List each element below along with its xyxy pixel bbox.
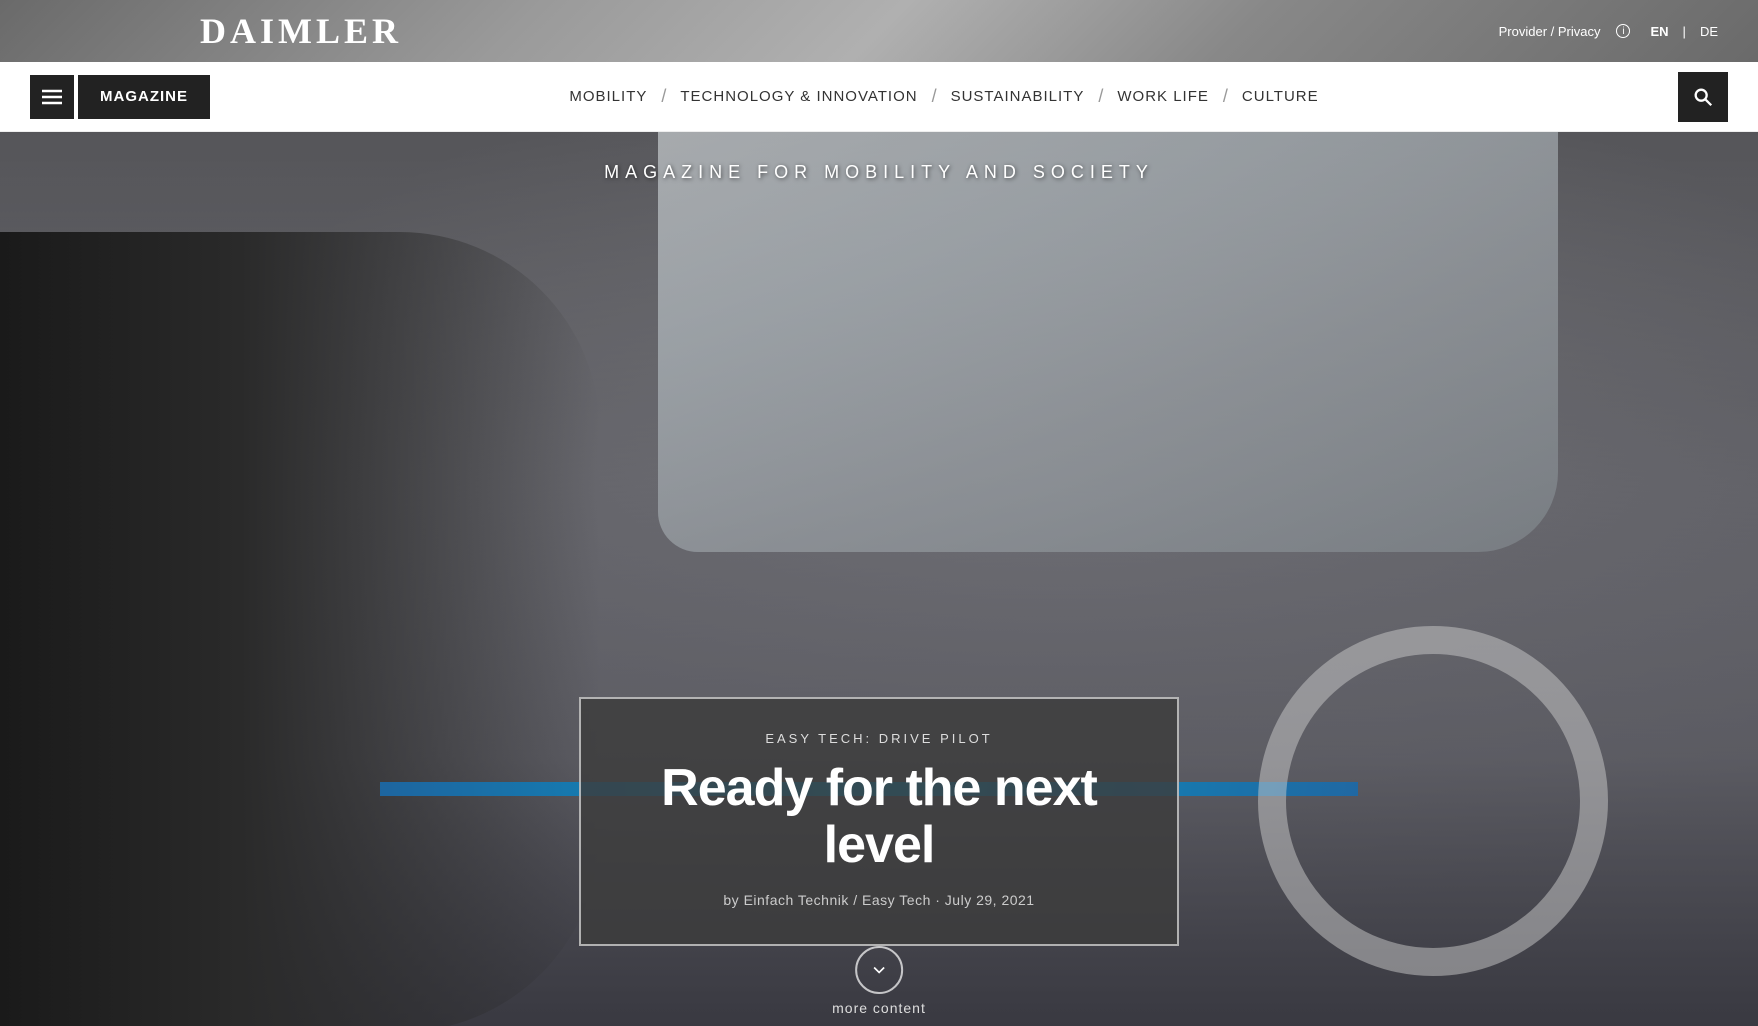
hero-subtitle: MAGAZINE FOR MOBILITY AND SOCIETY [0,162,1758,183]
nav-item-work-life[interactable]: WORK LIFE [1109,88,1217,105]
search-icon [1692,86,1714,108]
chevron-down-icon [869,960,889,980]
article-title: Ready for the next level [621,760,1137,874]
more-content-label: more content [832,1000,926,1016]
article-meta: by Einfach Technik / Easy Tech · July 29… [621,892,1137,908]
top-bar-right: Provider / Privacy i EN | DE [1499,24,1718,39]
hero-article-card[interactable]: EASY TECH: DRIVE PILOT Ready for the nex… [579,697,1179,946]
magazine-button[interactable]: MAGAZINE [78,75,210,119]
lang-en[interactable]: EN [1650,24,1668,39]
nav-item-tech-innovation[interactable]: TECHNOLOGY & INNOVATION [672,88,925,105]
article-category: EASY TECH: DRIVE PILOT [621,731,1137,746]
nav-item-culture[interactable]: CULTURE [1234,88,1327,105]
nav-sep-4: / [1217,86,1234,107]
lang-de[interactable]: DE [1700,24,1718,39]
info-icon[interactable]: i [1616,24,1630,38]
site-logo[interactable]: DAIMLER [200,10,402,52]
nav-sep-2: / [926,86,943,107]
nav-item-mobility[interactable]: MOBILITY [561,88,655,105]
search-button[interactable] [1678,72,1728,122]
scroll-down-circle[interactable] [855,946,903,994]
hamburger-button[interactable] [30,75,74,119]
hero-section: MAGAZINE FOR MOBILITY AND SOCIETY EASY T… [0,132,1758,1026]
lang-separator: | [1683,24,1686,39]
provider-privacy-link[interactable]: Provider / Privacy [1499,24,1601,39]
nav-sep-3: / [1092,86,1109,107]
hero-windshield [658,132,1558,552]
nav-bar: MAGAZINE MOBILITY / TECHNOLOGY & INNOVAT… [0,62,1758,132]
hero-steering-wheel [1258,626,1608,976]
nav-links: MOBILITY / TECHNOLOGY & INNOVATION / SUS… [210,86,1678,107]
nav-item-sustainability[interactable]: SUSTAINABILITY [943,88,1093,105]
hero-person-silhouette [0,232,600,1026]
nav-sep-1: / [655,86,672,107]
more-content-button[interactable]: more content [832,946,926,1016]
top-bar: DAIMLER Provider / Privacy i EN | DE [0,0,1758,62]
